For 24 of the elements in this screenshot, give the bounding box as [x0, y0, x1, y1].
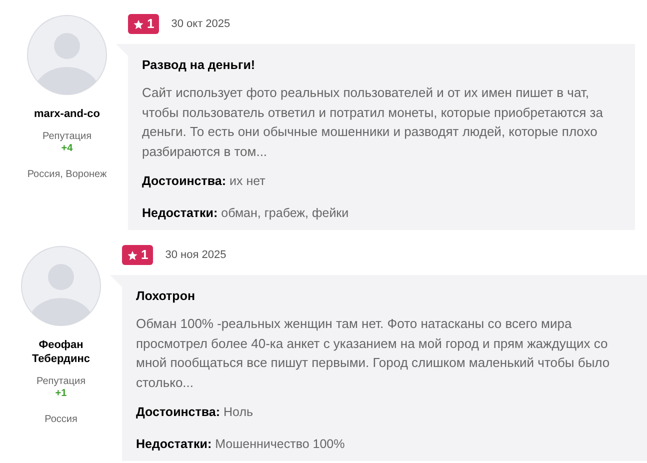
author-name[interactable]: Феофан Тебердинс — [16, 338, 106, 366]
star-icon — [127, 250, 138, 260]
location: Россия, Воронеж — [27, 169, 107, 181]
location: Россия — [44, 414, 78, 426]
star-icon — [133, 18, 144, 30]
avatar-icon — [27, 15, 107, 95]
author-name[interactable]: marx-and-co — [22, 107, 112, 121]
rating-badge: 1 — [122, 245, 154, 265]
avatar-icon — [21, 246, 101, 326]
cons-text: Недостатки: Мошенничество 100% — [136, 436, 346, 453]
review-text: Сайт использует фото реальных пользователей и от их имен пишет в чат, чтобы пользователь ответил и потратил монеты, которые приобретаются за деньги. То есть они обычные мошенники и разводят людей, которые плохо разбираются в том... — [142, 84, 604, 161]
review-date: 30 окт 2025 — [171, 16, 230, 32]
reputation-label: Репутация — [36, 376, 86, 388]
rating-badge: 1 — [128, 14, 160, 34]
review-title: Развод на деньги! — [142, 57, 256, 74]
pros-text: Достоинства: их нет — [142, 173, 266, 190]
reputation-value: +4 — [61, 143, 73, 154]
cons-text: Недостатки: обман, грабеж, фейки — [142, 205, 350, 222]
reputation-value: +1 — [55, 388, 67, 399]
review-date: 30 ноя 2025 — [165, 248, 226, 263]
review-title: Лохотрон — [136, 288, 196, 305]
review-text: Обман 100% -реальных женщин там нет. Фото натасканы со всего мира просмотрел более 40-ка анкет с указанием на мой город и прям жаждущих со мной пообщаться все пишут первыми. Город слишком маленький чтобы было столько... — [136, 315, 611, 392]
pros-text: Достоинства: Ноль — [136, 404, 254, 421]
reputation-label: Репутация — [42, 131, 92, 143]
